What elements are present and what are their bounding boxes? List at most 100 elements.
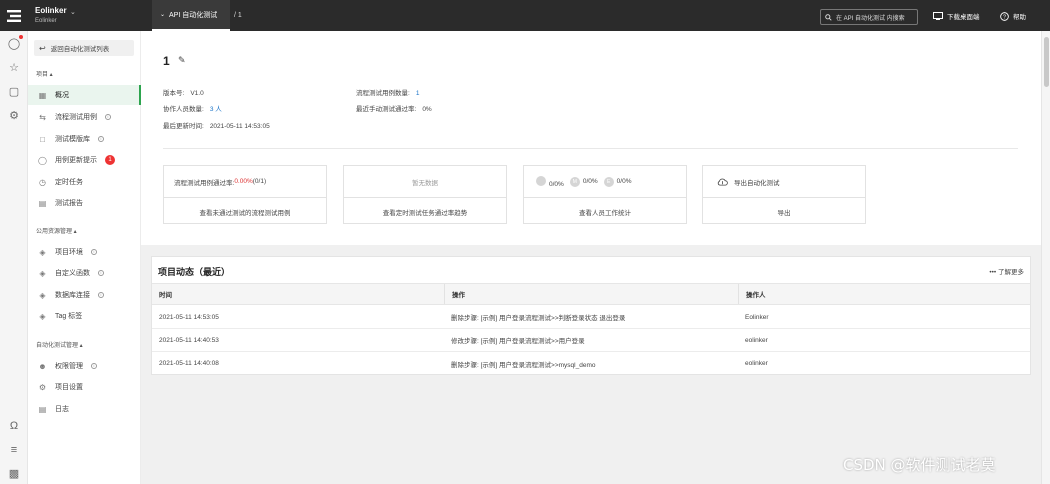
log-icon: ▤ xyxy=(38,404,47,414)
updated-label: 最后更新时间: xyxy=(163,123,204,130)
updated-row: 最后更新时间: 2021-05-11 14:53:05 xyxy=(163,120,270,130)
sidebar-item-functions[interactable]: ◈ 自定义函数 i xyxy=(28,263,141,283)
avatar-icon xyxy=(536,175,546,186)
sidebar-item-permissions[interactable]: ☻ 权限管理 i xyxy=(28,356,141,376)
sidebar-item-database[interactable]: ◈ 数据库连接 i xyxy=(28,285,141,305)
collaborator-count-link[interactable]: 3 人 xyxy=(210,106,222,113)
top-bar: Eolinker Eolinker ⌄ ⌄ API 自动化测试 / 1 在 AP… xyxy=(0,0,1050,31)
info-icon[interactable]: i xyxy=(91,363,97,369)
card-summary-label: 流程测试用例通过率: xyxy=(174,179,235,187)
breadcrumb: / 1 xyxy=(234,12,242,19)
info-icon[interactable]: i xyxy=(98,292,104,298)
headset-icon[interactable]: Ω xyxy=(7,419,21,433)
column-header-time: 时间 xyxy=(159,292,172,299)
sidebar-item-overview[interactable]: ▦ 概况 xyxy=(28,85,141,105)
column-header-action: 操作 xyxy=(444,284,738,304)
table-header: 时间 操作 操作人 xyxy=(152,283,1030,305)
avatar-icon: E xyxy=(603,176,614,187)
tab-label: API 自动化测试 xyxy=(169,11,218,19)
template-icon: □ xyxy=(40,134,45,144)
scrollbar-thumb[interactable] xyxy=(1044,37,1049,87)
bell-icon[interactable]: ◯ xyxy=(7,37,21,51)
sidebar-item-label: 测试报告 xyxy=(55,200,83,207)
sidebar-item-scheduled[interactable]: ◷ 定时任务 xyxy=(28,172,141,192)
vertical-scrollbar[interactable] xyxy=(1041,31,1050,484)
avatar-icon: M xyxy=(569,176,580,187)
learn-more-link[interactable]: ••• 了解更多 xyxy=(989,266,1024,276)
section-public-resources[interactable]: 公用资源管理 ▴ xyxy=(36,226,77,235)
stat-item: E 0/0% xyxy=(603,176,631,187)
column-header-operator: 操作人 xyxy=(738,284,1030,304)
sidebar-item-label: 权限管理 xyxy=(55,363,83,370)
view-failed-cases-link[interactable]: 查看未通过测试的流程测试用例 xyxy=(164,199,326,224)
cell-action: 修改步骤: [示例] 用户登录流程测试>>用户登录 xyxy=(451,338,585,345)
pass-rate-row: 最近手动测试通过率: 0% xyxy=(356,103,432,113)
watermark: CSDN @软件测试老莫 xyxy=(843,456,996,474)
version-value: V1.0 xyxy=(190,90,204,97)
updated-value: 2021-05-11 14:53:05 xyxy=(209,123,270,130)
sidebar-item-project-settings[interactable]: ⚙ 项目设置 xyxy=(28,377,141,397)
sidebar-item-label: Tag 标签 xyxy=(55,313,83,320)
table-row: 2021-05-11 14:53:05 删除步骤: [示例] 用户登录流程测试>… xyxy=(152,306,1030,329)
back-to-list-button[interactable]: ↩ 返回自动化测试列表 xyxy=(34,40,134,56)
case-count-label: 流程测试用例数量: xyxy=(356,90,410,97)
search-input[interactable]: 在 API 自动化测试 内搜索 xyxy=(820,9,918,25)
cell-operator: eolinker xyxy=(745,360,768,367)
collapse-icon[interactable]: ≡ xyxy=(7,443,21,457)
inbox-icon[interactable]: ▢ xyxy=(7,85,21,99)
pass-rate-label: 最近手动测试通过率: xyxy=(356,106,417,113)
info-icon[interactable]: i xyxy=(98,136,104,142)
info-icon[interactable]: i xyxy=(91,249,97,255)
help-label: 帮助 xyxy=(1013,14,1026,21)
case-count-link[interactable]: 1 xyxy=(416,90,420,97)
chevron-down-icon: ⌄ xyxy=(160,12,166,18)
back-label: 返回自动化测试列表 xyxy=(50,46,110,53)
info-icon[interactable]: i xyxy=(105,114,111,120)
gear-icon[interactable]: ⚙ xyxy=(7,109,21,123)
star-icon[interactable]: ☆ xyxy=(7,61,21,75)
sidebar-item-environment[interactable]: ◈ 项目环境 i xyxy=(28,242,141,262)
sidebar-item-logs[interactable]: ▤ 日志 xyxy=(28,399,141,419)
sidebar-item-templates[interactable]: □ 测试模版库 i xyxy=(28,129,141,149)
stat-item: 0/0% xyxy=(536,175,564,188)
cube-icon: ◈ xyxy=(39,290,46,300)
sidebar-item-label: 自定义函数 xyxy=(55,270,90,277)
view-staff-stats-link[interactable]: 查看人员工作统计 xyxy=(524,199,686,224)
sidebar-item-label: 概况 xyxy=(55,92,69,99)
section-auto-test-management[interactable]: 自动化测试管理 ▴ xyxy=(36,340,83,349)
project-title: 1 xyxy=(163,54,170,68)
bell-icon: ◯ xyxy=(38,155,47,165)
search-placeholder: 在 API 自动化测试 内搜索 xyxy=(836,15,905,22)
keyboard-icon[interactable]: ▩ xyxy=(7,467,21,481)
cube-icon: ◈ xyxy=(39,311,46,321)
search-icon xyxy=(825,13,832,21)
sidebar-item-tags[interactable]: ◈ Tag 标签 xyxy=(28,306,141,326)
table-row: 2021-05-11 14:40:08 删除步骤: [示例] 用户登录流程测试>… xyxy=(152,352,1030,375)
export-button[interactable]: 导出 xyxy=(703,199,865,224)
cube-icon: ◈ xyxy=(39,268,46,278)
card-scheduled-trend: 暂无数据 查看定时测试任务通过率趋势 xyxy=(343,165,507,224)
workspace-switcher[interactable]: Eolinker Eolinker xyxy=(35,6,67,24)
cloud-download-icon xyxy=(717,178,728,186)
sidebar-item-reports[interactable]: ▤ 测试报告 xyxy=(28,193,141,213)
overview-icon: ▦ xyxy=(38,90,47,100)
cell-time: 2021-05-11 14:40:08 xyxy=(159,360,219,367)
activity-panel: 项目动态（最近） ••• 了解更多 时间 操作 操作人 2021-05-11 1… xyxy=(151,256,1031,375)
card-pass-rate-value: 0.00% xyxy=(234,178,253,185)
view-scheduled-trend-link[interactable]: 查看定时测试任务通过率趋势 xyxy=(344,199,506,224)
update-count-badge: 1 xyxy=(105,155,115,165)
download-desktop-button[interactable]: 下载桌面端 xyxy=(933,11,980,21)
cell-action: 删除步骤: [示例] 用户登录流程测试>>mysql_demo xyxy=(451,361,596,369)
help-button[interactable]: ? 帮助 xyxy=(1000,11,1026,21)
sidebar-item-case-updates[interactable]: ◯ 用例更新提示 1 xyxy=(28,150,141,170)
cell-action: 删除步骤: [示例] 用户登录流程测试>>判断登录状态 退出登录 xyxy=(451,315,626,322)
sidebar-item-label: 项目环境 xyxy=(55,249,83,256)
chevron-down-icon[interactable]: ⌄ xyxy=(70,8,76,16)
tab-api-auto-test[interactable]: ⌄ API 自动化测试 xyxy=(152,0,230,31)
section-project[interactable]: 项目 ▴ xyxy=(36,69,53,78)
card-export: 导出自动化测试 导出 xyxy=(702,165,866,224)
sidebar-item-flow-cases[interactable]: ⇆ 流程测试用例 i xyxy=(28,107,141,127)
info-icon[interactable]: i xyxy=(98,270,104,276)
edit-icon[interactable]: ✎ xyxy=(178,55,186,66)
app-logo-icon[interactable] xyxy=(0,0,28,31)
